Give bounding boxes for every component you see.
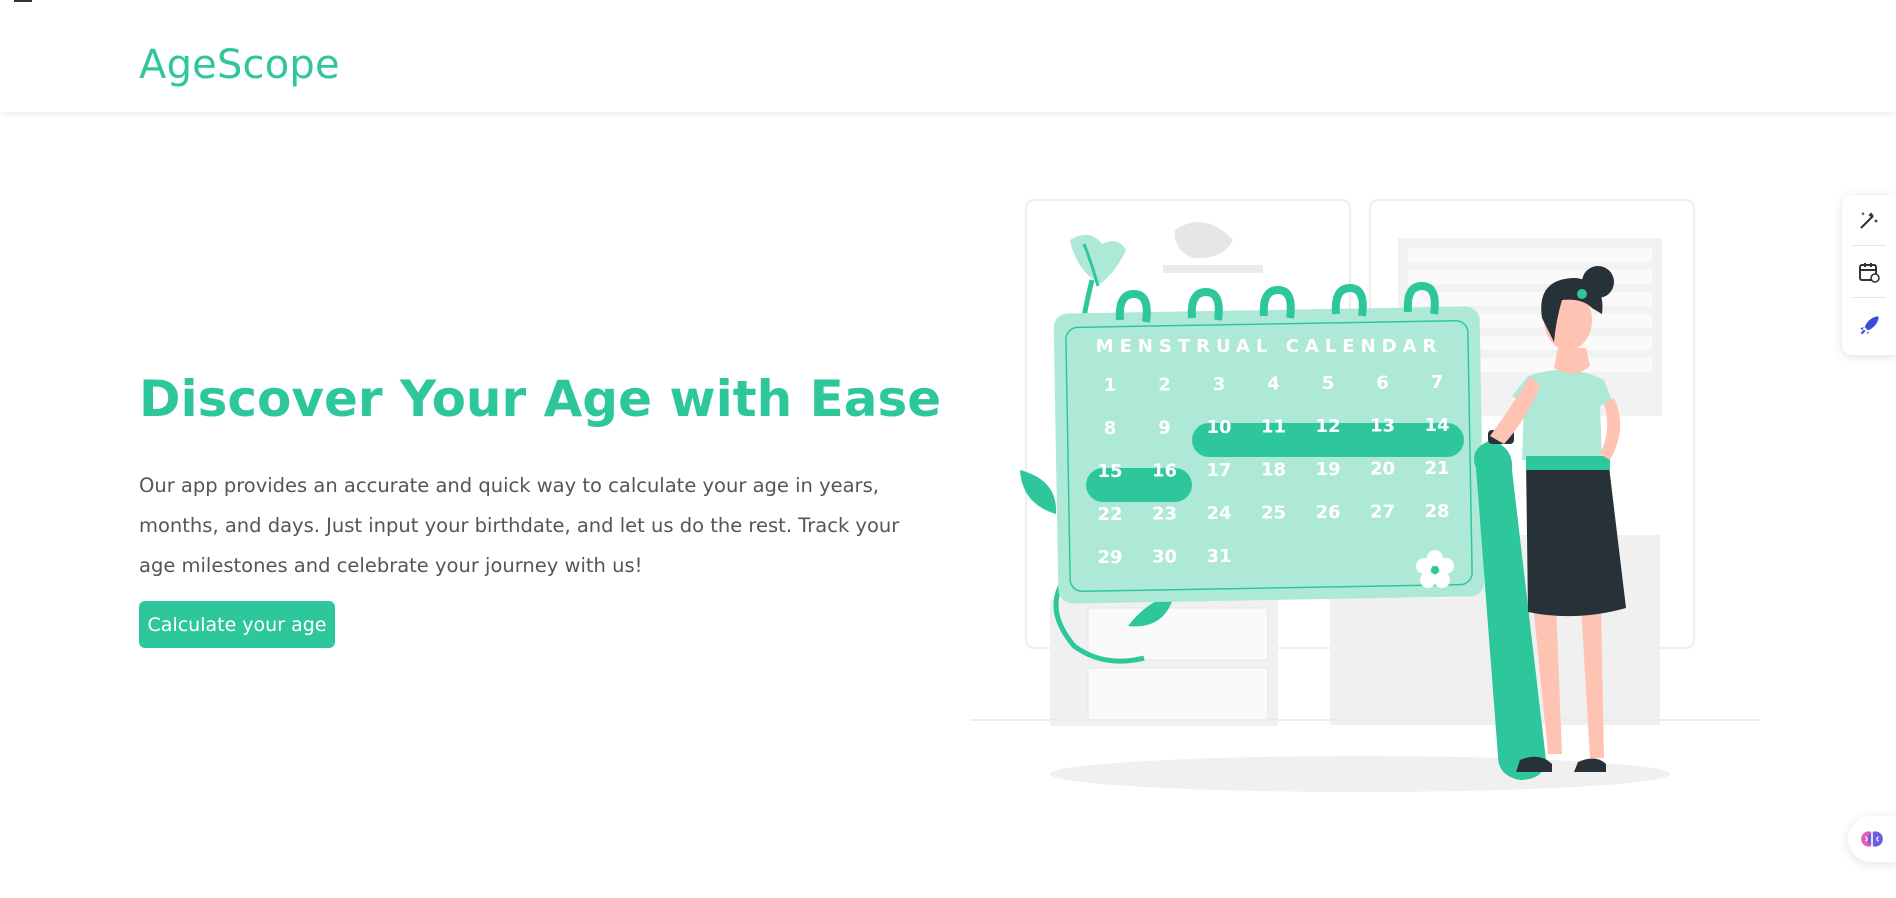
calendar-day: 26 bbox=[1315, 502, 1340, 523]
calendar-day: 29 bbox=[1097, 547, 1122, 568]
top-navbar: AgeScope bbox=[0, 0, 1896, 112]
calendar-day: 20 bbox=[1370, 459, 1395, 480]
brain-icon[interactable] bbox=[1848, 816, 1896, 862]
magic-wand-icon[interactable] bbox=[1850, 201, 1888, 239]
calendar-day: 31 bbox=[1206, 546, 1231, 567]
hero-title: Discover Your Age with Ease bbox=[139, 370, 942, 428]
calendar-board: MENSTRUAL CALENDAR 1 2 3 4 5 6 78 9 10 11 12 13 1415… bbox=[1053, 281, 1485, 604]
hero-illustration: MENSTRUAL CALENDAR 1 2 3 4 5 6 78 9 10 11 12 13 1415… bbox=[970, 199, 1760, 792]
calendar-day: 19 bbox=[1315, 459, 1340, 480]
calendar-day: 1 bbox=[1104, 375, 1117, 396]
calendar-day: 17 bbox=[1206, 460, 1231, 481]
calendar-day: 4 bbox=[1267, 374, 1280, 395]
calendar-day: 11 bbox=[1261, 417, 1286, 438]
calendar-day: 14 bbox=[1424, 415, 1449, 436]
calendar-title: MENSTRUAL CALENDAR bbox=[1096, 336, 1443, 357]
calendar-day: 8 bbox=[1104, 418, 1117, 439]
calendar-day: 27 bbox=[1370, 502, 1395, 523]
brand-logo[interactable]: AgeScope bbox=[139, 42, 340, 88]
calendar-day: 22 bbox=[1097, 504, 1122, 525]
calendar-day: 25 bbox=[1261, 503, 1286, 524]
calendar-day: 15 bbox=[1097, 461, 1122, 482]
calendar-day: 10 bbox=[1206, 417, 1231, 438]
calendar-day: 3 bbox=[1213, 374, 1226, 395]
calendar-day: 23 bbox=[1152, 504, 1177, 525]
calendar-edit-icon[interactable] bbox=[1850, 253, 1888, 291]
calendar-day: 21 bbox=[1424, 458, 1449, 479]
calendar-day: 5 bbox=[1322, 373, 1335, 394]
calendar-day: 30 bbox=[1152, 547, 1177, 568]
calendar-day: 16 bbox=[1152, 461, 1177, 482]
calendar-day: 13 bbox=[1370, 416, 1395, 437]
calendar-day: 12 bbox=[1315, 416, 1340, 437]
calendar-day: 6 bbox=[1376, 373, 1389, 394]
calendar-day: 28 bbox=[1424, 501, 1449, 522]
side-tool-dock bbox=[1842, 195, 1896, 355]
calendar-day: 7 bbox=[1431, 372, 1444, 393]
rocket-icon[interactable] bbox=[1850, 307, 1888, 345]
calendar-day: 24 bbox=[1206, 503, 1231, 524]
window-edge-icon bbox=[14, 0, 32, 2]
calendar-day: 9 bbox=[1158, 418, 1171, 439]
calendar-day: 18 bbox=[1261, 460, 1286, 481]
hero-description: Our app provides an accurate and quick w… bbox=[139, 474, 900, 577]
calendar-day: 2 bbox=[1158, 375, 1171, 396]
calculate-age-button[interactable]: Calculate your age bbox=[139, 601, 335, 648]
